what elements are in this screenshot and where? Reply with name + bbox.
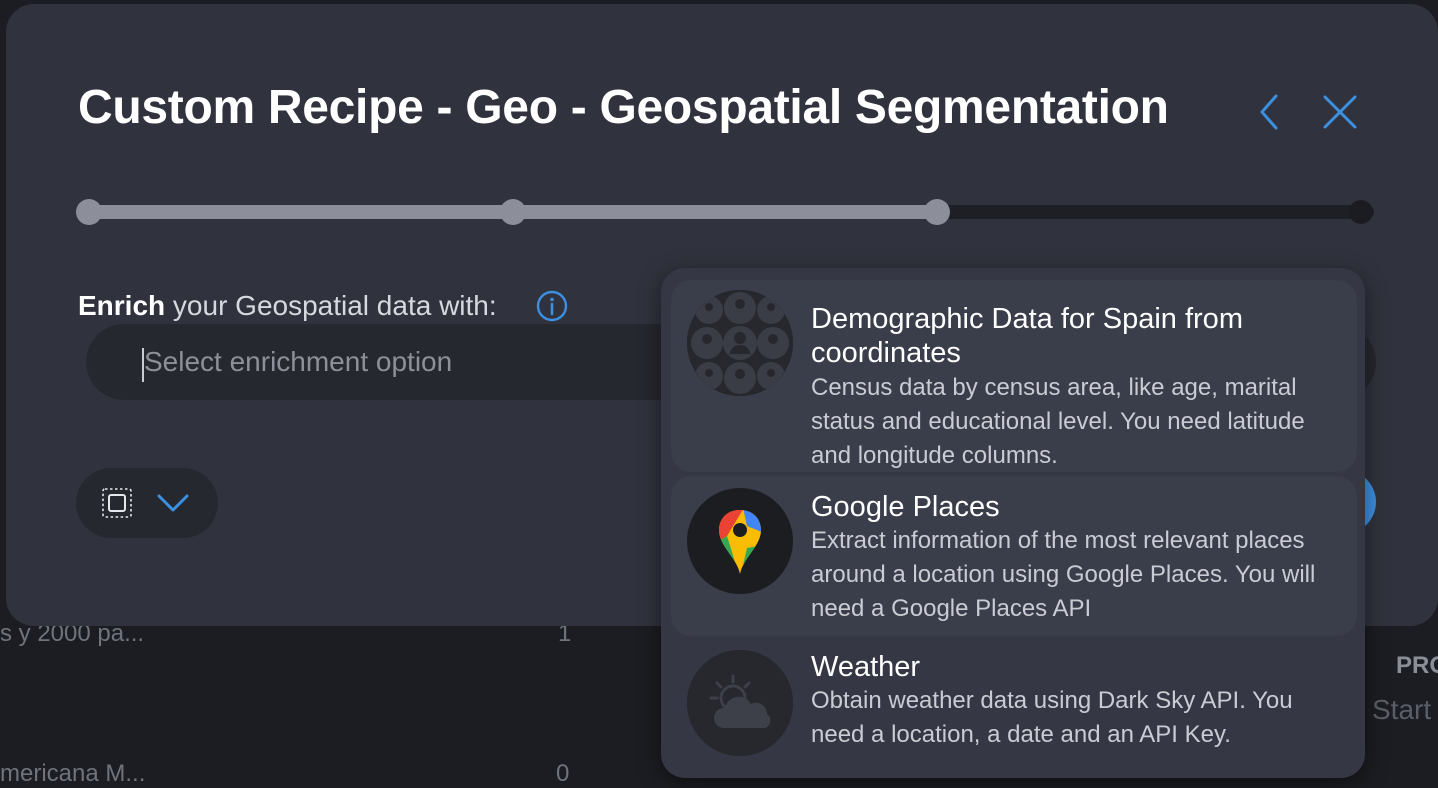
option-title: Demographic Data for Spain from coordina…	[811, 303, 1243, 369]
bg-row-name: mericana M...	[0, 760, 146, 787]
close-button[interactable]	[1320, 92, 1360, 132]
progress-step-1[interactable]	[76, 199, 102, 225]
option-title: Weather	[811, 651, 921, 683]
back-button[interactable]	[1250, 92, 1290, 132]
people-icon	[687, 290, 793, 396]
selection-tools-button[interactable]	[76, 468, 218, 538]
selection-icon	[102, 488, 132, 518]
progress-step-3[interactable]	[924, 199, 950, 225]
option-description: Census data by census area, like age, ma…	[811, 374, 1305, 469]
close-icon	[1323, 95, 1357, 129]
enrich-label-bold: Enrich	[78, 290, 166, 321]
enrich-label: Enrich your Geospatial data with:	[78, 290, 497, 322]
bg-column-value: Start	[1372, 694, 1432, 725]
option-google-places[interactable]: Google Places Extract information of the…	[671, 476, 1357, 636]
progress-step-2[interactable]	[500, 199, 526, 225]
enrich-label-text: your Geospatial data with:	[165, 290, 497, 321]
weather-icon	[687, 650, 793, 756]
option-demographic[interactable]: Demographic Data for Spain from coordina…	[671, 280, 1357, 472]
option-description: Extract information of the most relevant…	[811, 527, 1316, 622]
chevron-down-icon	[157, 494, 189, 512]
option-description: Obtain weather data using Dark Sky API. …	[811, 687, 1293, 748]
select-placeholder: Select enrichment option	[144, 346, 453, 377]
chevron-left-icon	[1260, 94, 1278, 130]
option-title: Google Places	[811, 491, 1000, 523]
bg-column-header: PRO	[1396, 652, 1438, 679]
option-weather[interactable]: Weather Obtain weather data using Dark S…	[671, 640, 1357, 770]
modal-title: Custom Recipe - Geo - Geospatial Segment…	[78, 81, 1169, 134]
progress-step-4[interactable]	[1349, 200, 1373, 224]
enrichment-dropdown: Demographic Data for Spain from coordina…	[661, 268, 1365, 778]
google-maps-pin-icon	[687, 488, 793, 594]
info-icon[interactable]	[536, 290, 568, 322]
bg-row-count: 0	[556, 760, 570, 787]
